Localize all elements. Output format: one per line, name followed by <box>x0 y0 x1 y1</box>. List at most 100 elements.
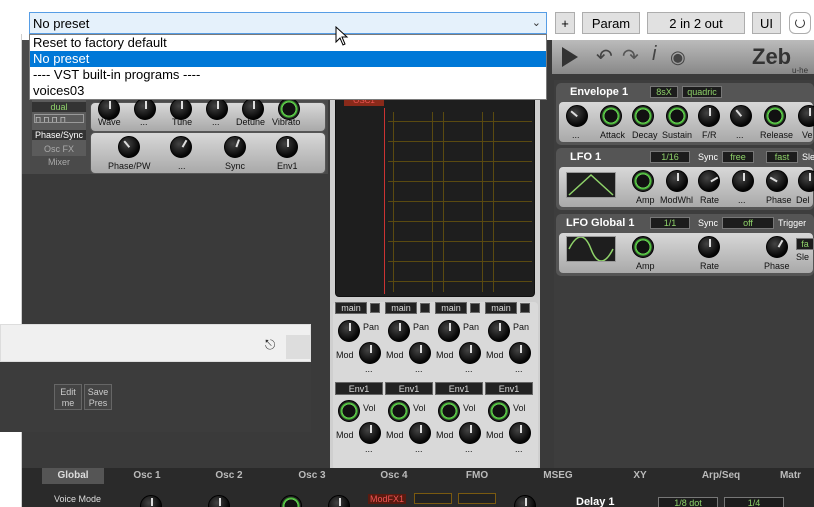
lfoglobal1-waveform[interactable] <box>566 236 616 262</box>
release-knob[interactable] <box>764 105 786 127</box>
lfo1-modwhl-knob[interactable] <box>666 170 688 192</box>
delay-time-1[interactable]: 1/8 dot <box>658 497 718 507</box>
decay-knob[interactable] <box>632 105 654 127</box>
env-select-1[interactable]: Env1 <box>335 382 383 395</box>
pan-knob-2[interactable] <box>388 320 410 342</box>
eye-icon[interactable]: ◉ <box>670 47 686 68</box>
lfo1-delay-knob[interactable] <box>798 170 814 192</box>
env-select-2[interactable]: Env1 <box>385 382 433 395</box>
env-select-4[interactable]: Env1 <box>485 382 533 395</box>
env-knob-0[interactable] <box>566 105 588 127</box>
tab-matrix[interactable]: Matr <box>767 468 814 484</box>
mod-knob-5[interactable] <box>359 422 381 444</box>
lfo1-phase-knob[interactable] <box>766 170 788 192</box>
modfx-label[interactable]: ModFX1 <box>368 494 407 504</box>
main-toggle-2[interactable] <box>420 303 430 313</box>
main-select-4[interactable]: main <box>485 302 517 314</box>
lfo1-rate-box[interactable]: 1/16 <box>650 151 690 163</box>
io-config-button[interactable]: 2 in 2 out <box>647 12 745 34</box>
preset-option-reset[interactable]: Reset to factory default <box>30 35 546 51</box>
lfo1-sync-value[interactable]: free <box>722 151 754 163</box>
lfoglobal1-rate-knob[interactable] <box>698 236 720 258</box>
main-select-2[interactable]: main <box>385 302 417 314</box>
fr-knob[interactable] <box>698 105 720 127</box>
pan-knob-4[interactable] <box>488 320 510 342</box>
mod-knob-3[interactable] <box>459 342 481 364</box>
main-select-3[interactable]: main <box>435 302 467 314</box>
header-square[interactable] <box>286 335 310 359</box>
env-knob-5[interactable] <box>730 105 752 127</box>
tab-osc4[interactable]: Osc 4 <box>363 468 425 484</box>
info-icon[interactable]: i <box>652 43 656 66</box>
side-tab-mixer[interactable]: Mixer <box>32 157 86 167</box>
lfoglobal1-phase-knob[interactable] <box>766 236 788 258</box>
redo-icon[interactable]: ↷ <box>622 44 639 69</box>
side-tab-osc-fx[interactable]: Osc FX <box>32 144 86 154</box>
main-toggle-1[interactable] <box>370 303 380 313</box>
preset-option-voices03[interactable]: voices03 <box>30 83 546 99</box>
tab-osc3[interactable]: Osc 3 <box>281 468 343 484</box>
envelope1-mode[interactable]: 8sX <box>650 86 678 98</box>
lfo1-speed-value[interactable]: fast <box>766 151 798 163</box>
knob-5[interactable] <box>170 136 192 158</box>
envelope1-curve[interactable]: quadric <box>682 86 722 98</box>
mixer-section: main main main main Pan Pan Pan Pan Mod … <box>333 302 538 470</box>
vol-knob-2[interactable] <box>388 400 410 422</box>
waveform-buttons[interactable]: ⊓⊓⊓⊓ <box>34 114 84 124</box>
pan-knob-1[interactable] <box>338 320 360 342</box>
param-button[interactable]: Param <box>582 12 640 34</box>
modfx-box-2[interactable] <box>458 493 496 504</box>
attack-knob[interactable] <box>600 105 622 127</box>
sustain-knob[interactable] <box>666 105 688 127</box>
ui-button[interactable]: UI <box>752 12 781 34</box>
play-icon[interactable] <box>562 47 578 67</box>
delay-time-2[interactable]: 1/4 <box>724 497 784 507</box>
grid-cells[interactable] <box>388 112 532 292</box>
mod-knob-1[interactable] <box>359 342 381 364</box>
lfo1-amp-knob[interactable] <box>632 170 654 192</box>
tab-mseg[interactable]: MSEG <box>527 468 589 484</box>
lfoglobal1-trigger-value[interactable]: fa <box>796 238 814 250</box>
undo-icon[interactable]: ↶ <box>596 44 613 69</box>
side-tab-phase-sync[interactable]: Phase/Sync <box>32 130 86 140</box>
vol-knob-3[interactable] <box>438 400 460 422</box>
lfoglobal1-rate-box[interactable]: 1/1 <box>650 217 690 229</box>
mod-knob-8[interactable] <box>509 422 531 444</box>
mod-knob-4[interactable] <box>509 342 531 364</box>
mod-knob-6[interactable] <box>409 422 431 444</box>
modfx-box-1[interactable] <box>414 493 452 504</box>
vol-knob-1[interactable] <box>338 400 360 422</box>
tab-osc1[interactable]: Osc 1 <box>116 468 178 484</box>
save-preset-button[interactable]: Save Pres <box>84 384 112 410</box>
lfoglobal1-amp-knob[interactable] <box>632 236 654 258</box>
phase-pw-knob[interactable] <box>118 136 140 158</box>
edit-me-button[interactable]: Edit me <box>54 384 82 410</box>
tab-xy[interactable]: XY <box>609 468 671 484</box>
vol-knob-4[interactable] <box>488 400 510 422</box>
main-toggle-4[interactable] <box>520 303 530 313</box>
main-toggle-3[interactable] <box>470 303 480 313</box>
velocity-knob[interactable] <box>798 105 814 127</box>
tab-arp-seq[interactable]: Arp/Seq <box>690 468 752 484</box>
main-select-1[interactable]: main <box>335 302 367 314</box>
lfo1-knob-3[interactable] <box>732 170 754 192</box>
tab-global[interactable]: Global <box>42 468 104 484</box>
preset-option-no-preset[interactable]: No preset <box>30 51 546 67</box>
osc-grid[interactable]: OSC1 <box>335 95 535 297</box>
mod-knob-2[interactable] <box>409 342 431 364</box>
pan-knob-3[interactable] <box>438 320 460 342</box>
add-preset-button[interactable]: + <box>555 12 575 34</box>
tab-fmo[interactable]: FMO <box>446 468 508 484</box>
preset-select[interactable]: No preset ⌄ <box>29 12 547 34</box>
env-select-3[interactable]: Env1 <box>435 382 483 395</box>
mod-knob-7[interactable] <box>459 422 481 444</box>
pin-icon[interactable]: ⎋ <box>265 337 275 353</box>
settings-gauge-button[interactable] <box>789 12 811 34</box>
sync-knob[interactable] <box>224 136 246 158</box>
lfo1-waveform[interactable] <box>566 172 616 198</box>
lfo1-rate-knob[interactable] <box>698 170 720 192</box>
lfoglobal1-sync-value[interactable]: off <box>722 217 774 229</box>
tab-osc2[interactable]: Osc 2 <box>198 468 260 484</box>
env1-knob[interactable] <box>276 136 298 158</box>
preset-dropdown-list[interactable]: Reset to factory default No preset ---- … <box>29 34 547 100</box>
